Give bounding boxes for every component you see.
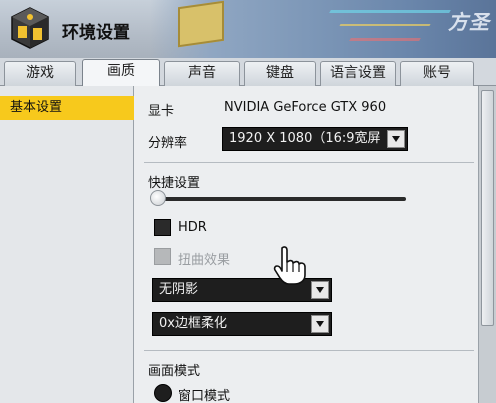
chevron-down-icon <box>311 281 329 299</box>
resolution-dropdown[interactable]: 1920 X 1080（16:9宽屏 <box>222 127 408 151</box>
tab-sound[interactable]: 声音 <box>164 61 240 86</box>
antialias-value: 0x边框柔化 <box>159 316 227 331</box>
resolution-value: 1920 X 1080（16:9宽屏 <box>229 131 381 146</box>
shadow-value: 无阴影 <box>159 282 199 297</box>
tab-keyboard[interactable]: 键盘 <box>244 61 316 86</box>
tab-graphics[interactable]: 画质 <box>82 59 160 87</box>
tab-game[interactable]: 游戏 <box>4 61 76 86</box>
window-title: 环境设置 <box>62 23 130 43</box>
sidebar: 基本设置 <box>0 86 134 403</box>
header-banner-art: 方圣 <box>150 0 496 58</box>
window-mode-radio[interactable] <box>154 384 172 402</box>
section-divider <box>144 350 474 351</box>
scrollbar-thumb[interactable] <box>481 90 494 326</box>
resolution-label: 分辨率 <box>148 136 188 151</box>
tab-language[interactable]: 语言设置 <box>320 61 396 86</box>
quick-settings-slider-handle[interactable] <box>150 190 166 206</box>
window-header: 方圣 环境设置 <box>0 0 496 58</box>
chevron-down-icon <box>311 315 329 333</box>
header-logo-text: 方圣 <box>448 10 490 34</box>
section-divider <box>144 162 474 163</box>
tab-bar: 游戏 画质 声音 键盘 语言设置 账号 <box>0 58 496 87</box>
vertical-scrollbar[interactable] <box>478 86 496 403</box>
display-mode-label: 画面模式 <box>148 364 201 379</box>
antialias-dropdown[interactable]: 0x边框柔化 <box>152 312 332 336</box>
hdr-checkbox[interactable] <box>154 219 171 236</box>
gpu-value: NVIDIA GeForce GTX 960 <box>224 100 387 115</box>
tab-account[interactable]: 账号 <box>400 61 474 86</box>
window-mode-label: 窗口模式 <box>178 389 231 403</box>
distortion-label: 扭曲效果 <box>178 253 231 268</box>
hand-pointer-icon <box>273 246 306 285</box>
settings-cube-icon <box>11 7 49 49</box>
hdr-label: HDR <box>178 220 207 235</box>
gpu-label: 显卡 <box>148 104 175 119</box>
quick-settings-label: 快捷设置 <box>148 176 201 191</box>
distortion-checkbox[interactable] <box>154 248 171 265</box>
quick-settings-slider[interactable] <box>154 197 406 201</box>
sidebar-item-basic-settings[interactable]: 基本设置 <box>0 96 134 120</box>
chevron-down-icon <box>387 130 405 148</box>
